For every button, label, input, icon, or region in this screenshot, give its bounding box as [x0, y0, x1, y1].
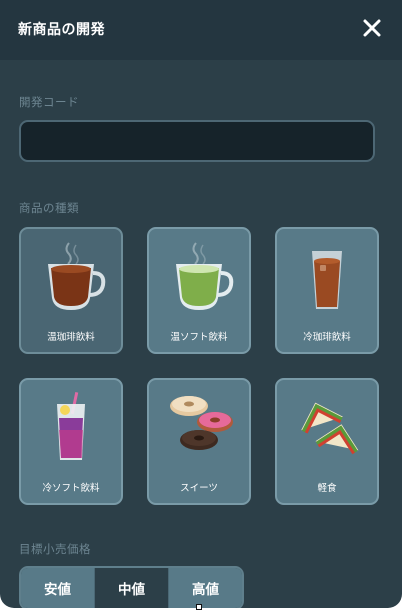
price-option-mid[interactable]: 中値 [94, 568, 168, 608]
price-segmented-control: 安値 中値 高値 [19, 566, 244, 608]
card-label: 冷珈琲飲料 [303, 332, 351, 343]
dev-code-input[interactable] [19, 120, 375, 162]
product-type-hot-soft-drink[interactable]: 温ソフト飲料 [147, 227, 251, 354]
donuts-icon [170, 396, 233, 450]
iced-coffee-icon [312, 251, 342, 309]
product-type-light-meal[interactable]: 軽食 [275, 378, 379, 505]
sandwich-icon [301, 402, 359, 455]
product-type-iced-coffee[interactable]: 冷珈琲飲料 [275, 227, 379, 354]
card-label: スイーツ [180, 483, 218, 494]
product-type-label: 商品の種類 [19, 201, 79, 215]
hot-coffee-icon [48, 242, 106, 310]
product-type-hot-coffee[interactable]: 温珈琲飲料 [19, 227, 123, 354]
close-icon[interactable] [360, 16, 384, 40]
product-type-iced-soft-drink[interactable]: 冷ソフト飲料 [19, 378, 123, 505]
price-option-high[interactable]: 高値 [168, 568, 242, 608]
hot-matcha-icon [176, 242, 234, 310]
price-option-low[interactable]: 安値 [21, 568, 94, 608]
card-label: 温ソフト飲料 [170, 332, 228, 343]
mouse-cursor-icon [196, 604, 202, 610]
target-price-label: 目標小売価格 [19, 542, 91, 556]
card-label: 温珈琲飲料 [47, 332, 95, 343]
card-label: 軽食 [317, 483, 337, 494]
card-label: 冷ソフト飲料 [42, 483, 100, 494]
iced-soft-drink-icon [57, 392, 85, 460]
dialog-header: 新商品の開発 [0, 0, 402, 60]
dev-code-label: 開発コード [19, 95, 79, 109]
new-product-dialog: 新商品の開発 開発コード 商品の種類 温珈琲飲料 温ソフト飲料 冷珈琲飲料 冷ソ… [0, 0, 402, 608]
product-type-sweets[interactable]: スイーツ [147, 378, 251, 505]
dialog-title: 新商品の開発 [18, 22, 105, 38]
